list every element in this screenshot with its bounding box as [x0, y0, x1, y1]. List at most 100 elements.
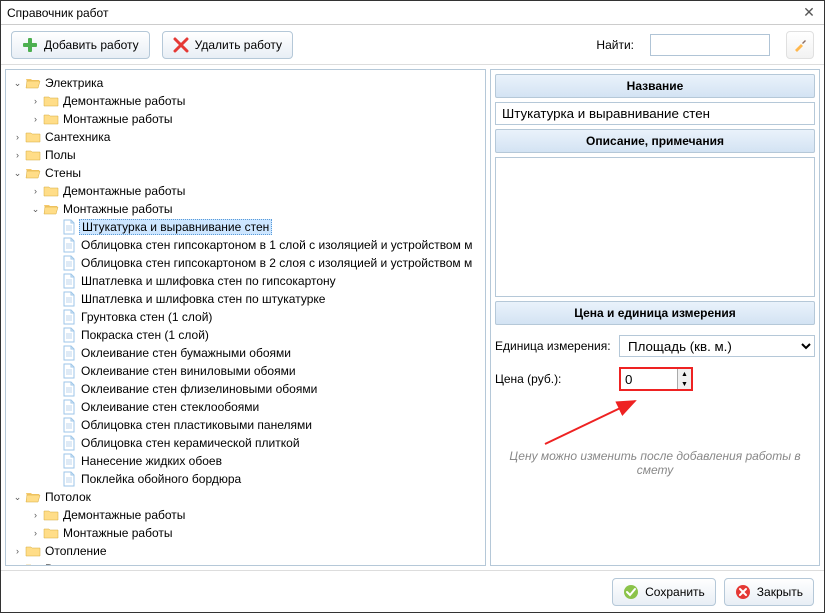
delete-work-label: Удалить работу: [195, 38, 282, 52]
price-section-header: Цена и единица измерения: [495, 301, 815, 325]
tree-item[interactable]: Поклейка обойного бордюра: [48, 470, 485, 488]
tree-item[interactable]: Покраска стен (1 слой): [48, 326, 485, 344]
tree-item[interactable]: Шпатлевка и шлифовка стен по штукатурке: [48, 290, 485, 308]
collapse-icon[interactable]: ⌄: [12, 168, 23, 179]
tree-label: Грунтовка стен (1 слой): [79, 310, 214, 324]
expand-icon[interactable]: ›: [30, 510, 41, 521]
tree-label: Электрика: [43, 76, 105, 90]
tree-panel[interactable]: ⌄Электрика›Демонтажные работы›Монтажные …: [5, 69, 486, 566]
collapse-icon[interactable]: ⌄: [12, 492, 23, 503]
collapse-icon[interactable]: ⌄: [30, 204, 41, 215]
tree-label: Штукатурка и выравнивание стен: [79, 219, 272, 235]
name-field[interactable]: [495, 102, 815, 125]
tree-label: Облицовка стен керамической плиткой: [79, 436, 302, 450]
price-stepper[interactable]: ▲ ▼: [619, 367, 693, 391]
tree-item[interactable]: Нанесение жидких обоев: [48, 452, 485, 470]
unit-label: Единица измерения:: [495, 339, 615, 353]
collapse-icon[interactable]: ⌄: [12, 78, 23, 89]
search-input[interactable]: [650, 34, 770, 56]
tree-label: Оклеивание стен виниловыми обоями: [79, 364, 298, 378]
file-icon: [61, 273, 77, 289]
tree-folder[interactable]: › Демонтажные работы: [30, 506, 485, 524]
tree-item[interactable]: Штукатурка и выравнивание стен: [48, 218, 485, 236]
tree-item[interactable]: Шпатлевка и шлифовка стен по гипсокартон…: [48, 272, 485, 290]
tree-folder[interactable]: ›Сантехника: [12, 128, 485, 146]
folder-icon: [43, 93, 59, 109]
folder-icon: [43, 183, 59, 199]
expand-icon[interactable]: ›: [30, 186, 41, 197]
file-icon: [61, 471, 77, 487]
expand-icon[interactable]: ›: [30, 114, 41, 125]
tree-item[interactable]: Оклеивание стен бумажными обоями: [48, 344, 485, 362]
tree-item[interactable]: Облицовка стен гипсокартоном в 2 слоя с …: [48, 254, 485, 272]
close-icon[interactable]: ✕: [800, 4, 818, 22]
tree-item[interactable]: Оклеивание стен виниловыми обоями: [48, 362, 485, 380]
tree-folder[interactable]: ⌄Потолок: [12, 488, 485, 506]
tree-label: Облицовка стен гипсокартоном в 1 слой с …: [79, 238, 474, 252]
spinner-up-icon[interactable]: ▲: [678, 369, 691, 379]
tree-label: Оклеивание стен флизелиновыми обоями: [79, 382, 319, 396]
expand-icon[interactable]: ›: [30, 96, 41, 107]
file-icon: [61, 219, 77, 235]
tree-item[interactable]: Облицовка стен керамической плиткой: [48, 434, 485, 452]
expand-icon[interactable]: ›: [12, 546, 23, 557]
folder-open-icon: [25, 489, 41, 505]
spinner-down-icon[interactable]: ▼: [678, 379, 691, 389]
save-button[interactable]: Сохранить: [612, 578, 716, 606]
window-title: Справочник работ: [7, 6, 108, 20]
folder-icon: [25, 129, 41, 145]
file-icon: [61, 363, 77, 379]
price-label: Цена (руб.):: [495, 372, 615, 386]
tree-label: Демонтажные работы: [61, 184, 187, 198]
save-label: Сохранить: [645, 585, 705, 599]
file-icon: [61, 237, 77, 253]
tree-label: Демонтажные работы: [61, 94, 187, 108]
tree-folder[interactable]: ⌄Стены: [12, 164, 485, 182]
tree-folder[interactable]: ›Вентиляция и кондицирование: [12, 560, 485, 566]
file-icon: [61, 381, 77, 397]
hint-arrow: [495, 389, 815, 439]
unit-select[interactable]: Площадь (кв. м.): [619, 335, 815, 357]
tree-item[interactable]: Облицовка стен пластиковыми панелями: [48, 416, 485, 434]
file-icon: [61, 309, 77, 325]
tree-item[interactable]: Оклеивание стен флизелиновыми обоями: [48, 380, 485, 398]
folder-open-icon: [25, 165, 41, 181]
folder-icon: [43, 525, 59, 541]
search-button[interactable]: [786, 31, 814, 59]
tree-label: Полы: [43, 148, 78, 162]
tree-item[interactable]: Оклеивание стен стеклообоями: [48, 398, 485, 416]
name-section-header: Название: [495, 74, 815, 98]
price-input[interactable]: [621, 369, 677, 389]
tree-label: Покраска стен (1 слой): [79, 328, 211, 342]
file-icon: [61, 453, 77, 469]
footer: Сохранить Закрыть: [1, 570, 824, 612]
expand-icon[interactable]: ›: [12, 132, 23, 143]
tree-folder[interactable]: ›Монтажные работы: [30, 524, 485, 542]
tree-folder[interactable]: ›Монтажные работы: [30, 110, 485, 128]
tree-folder[interactable]: ⌄ Монтажные работы: [30, 200, 485, 218]
tree-folder[interactable]: › Демонтажные работы: [30, 182, 485, 200]
file-icon: [61, 327, 77, 343]
tree-folder[interactable]: ›Отопление: [12, 542, 485, 560]
tree-label: Нанесение жидких обоев: [79, 454, 224, 468]
tree-folder[interactable]: › Демонтажные работы: [30, 92, 485, 110]
tree-label: Монтажные работы: [61, 202, 175, 216]
tree-label: Демонтажные работы: [61, 508, 187, 522]
add-work-button[interactable]: Добавить работу: [11, 31, 150, 59]
search-label: Найти:: [596, 38, 634, 52]
delete-work-button[interactable]: Удалить работу: [162, 31, 293, 59]
expand-icon[interactable]: ›: [30, 528, 41, 539]
tree-item[interactable]: Грунтовка стен (1 слой): [48, 308, 485, 326]
desc-section-header: Описание, примечания: [495, 129, 815, 153]
expand-icon[interactable]: ›: [12, 564, 23, 567]
file-icon: [61, 345, 77, 361]
expand-icon[interactable]: ›: [12, 150, 23, 161]
description-field[interactable]: [495, 157, 815, 297]
file-icon: [61, 291, 77, 307]
file-icon: [61, 399, 77, 415]
tree-folder[interactable]: › Полы: [12, 146, 485, 164]
tree-folder[interactable]: ⌄ Электрика: [12, 74, 485, 92]
close-button[interactable]: Закрыть: [724, 578, 814, 606]
tree-item[interactable]: Облицовка стен гипсокартоном в 1 слой с …: [48, 236, 485, 254]
close-label: Закрыть: [757, 585, 803, 599]
